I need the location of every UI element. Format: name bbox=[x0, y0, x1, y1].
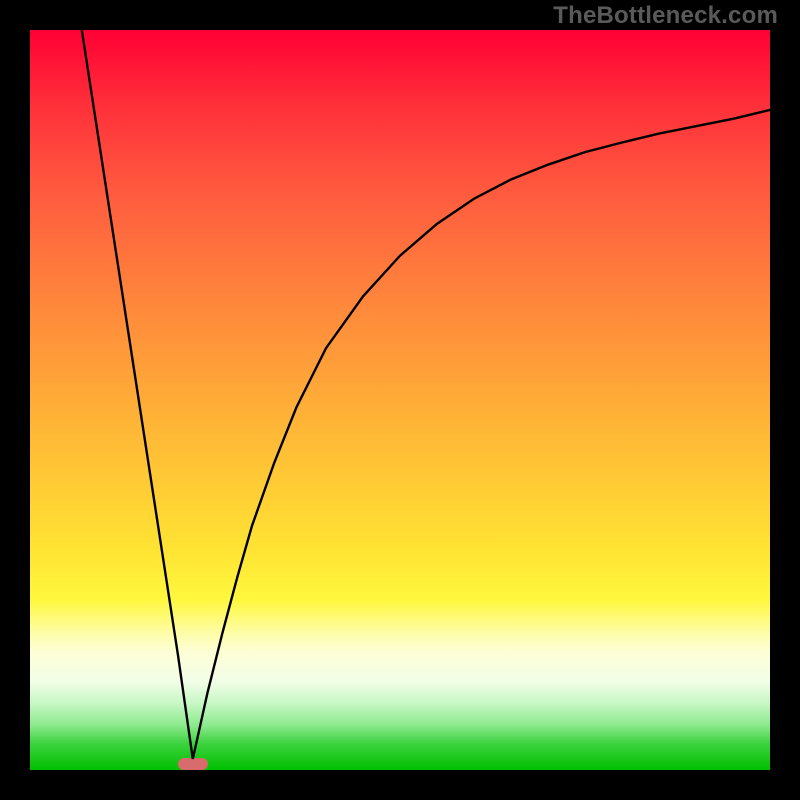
chart-frame: TheBottleneck.com bbox=[0, 0, 800, 800]
plot-area bbox=[30, 30, 770, 770]
curve-path bbox=[82, 30, 770, 759]
watermark-text: TheBottleneck.com bbox=[553, 2, 778, 30]
bottleneck-curve bbox=[30, 30, 770, 770]
